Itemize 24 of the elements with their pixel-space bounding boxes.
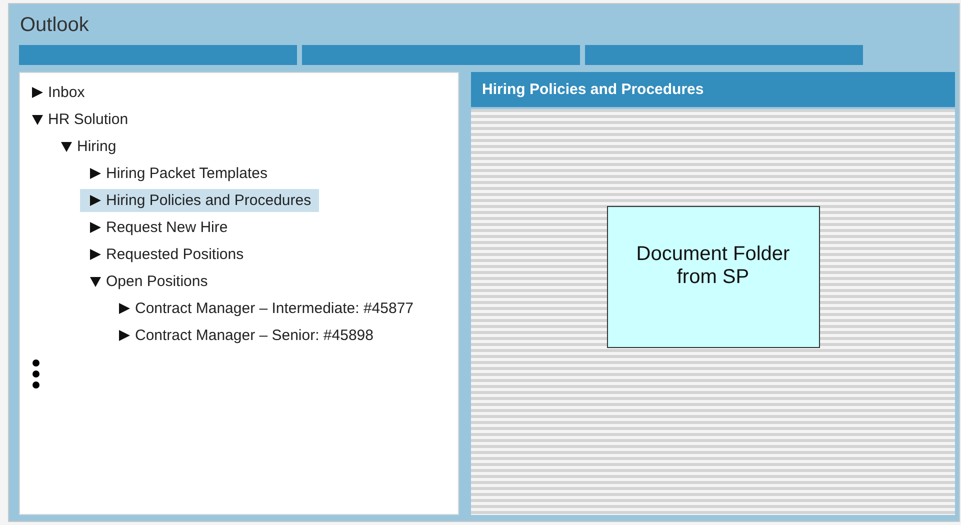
triangle-right-icon[interactable] xyxy=(90,195,101,206)
triangle-right-icon[interactable] xyxy=(90,249,101,260)
triangle-down-icon[interactable] xyxy=(32,114,43,124)
triangle-down-icon[interactable] xyxy=(90,276,101,286)
placeholder-box: Document Folder from SP xyxy=(606,206,820,348)
content-title: Hiring Policies and Procedures xyxy=(471,72,955,107)
triangle-right-icon[interactable] xyxy=(119,303,130,314)
tree-item[interactable]: HR Solution xyxy=(22,108,136,131)
window-title: Outlook xyxy=(19,13,90,36)
triangle-right-icon[interactable] xyxy=(90,222,101,233)
tree-item[interactable]: Contract Manager – Intermediate: #45877 xyxy=(109,297,422,320)
tree-item[interactable]: Hiring xyxy=(51,135,124,158)
tree-item[interactable]: Requested Positions xyxy=(80,243,252,266)
triangle-right-icon[interactable] xyxy=(90,168,101,179)
triangle-right-icon[interactable] xyxy=(32,87,43,98)
tree-item[interactable]: Contract Manager – Senior: #45898 xyxy=(109,324,382,347)
triangle-right-icon[interactable] xyxy=(119,330,130,341)
tree-item[interactable]: Hiring Packet Templates xyxy=(80,162,276,185)
tree-item[interactable]: Hiring Policies and Procedures xyxy=(80,189,320,212)
more-icon[interactable] xyxy=(32,359,40,389)
triangle-down-icon[interactable] xyxy=(61,142,72,152)
tree-item[interactable]: Inbox xyxy=(22,81,93,104)
tree-item[interactable]: Request New Hire xyxy=(80,216,236,239)
tree-item[interactable]: Open Positions xyxy=(80,270,216,293)
